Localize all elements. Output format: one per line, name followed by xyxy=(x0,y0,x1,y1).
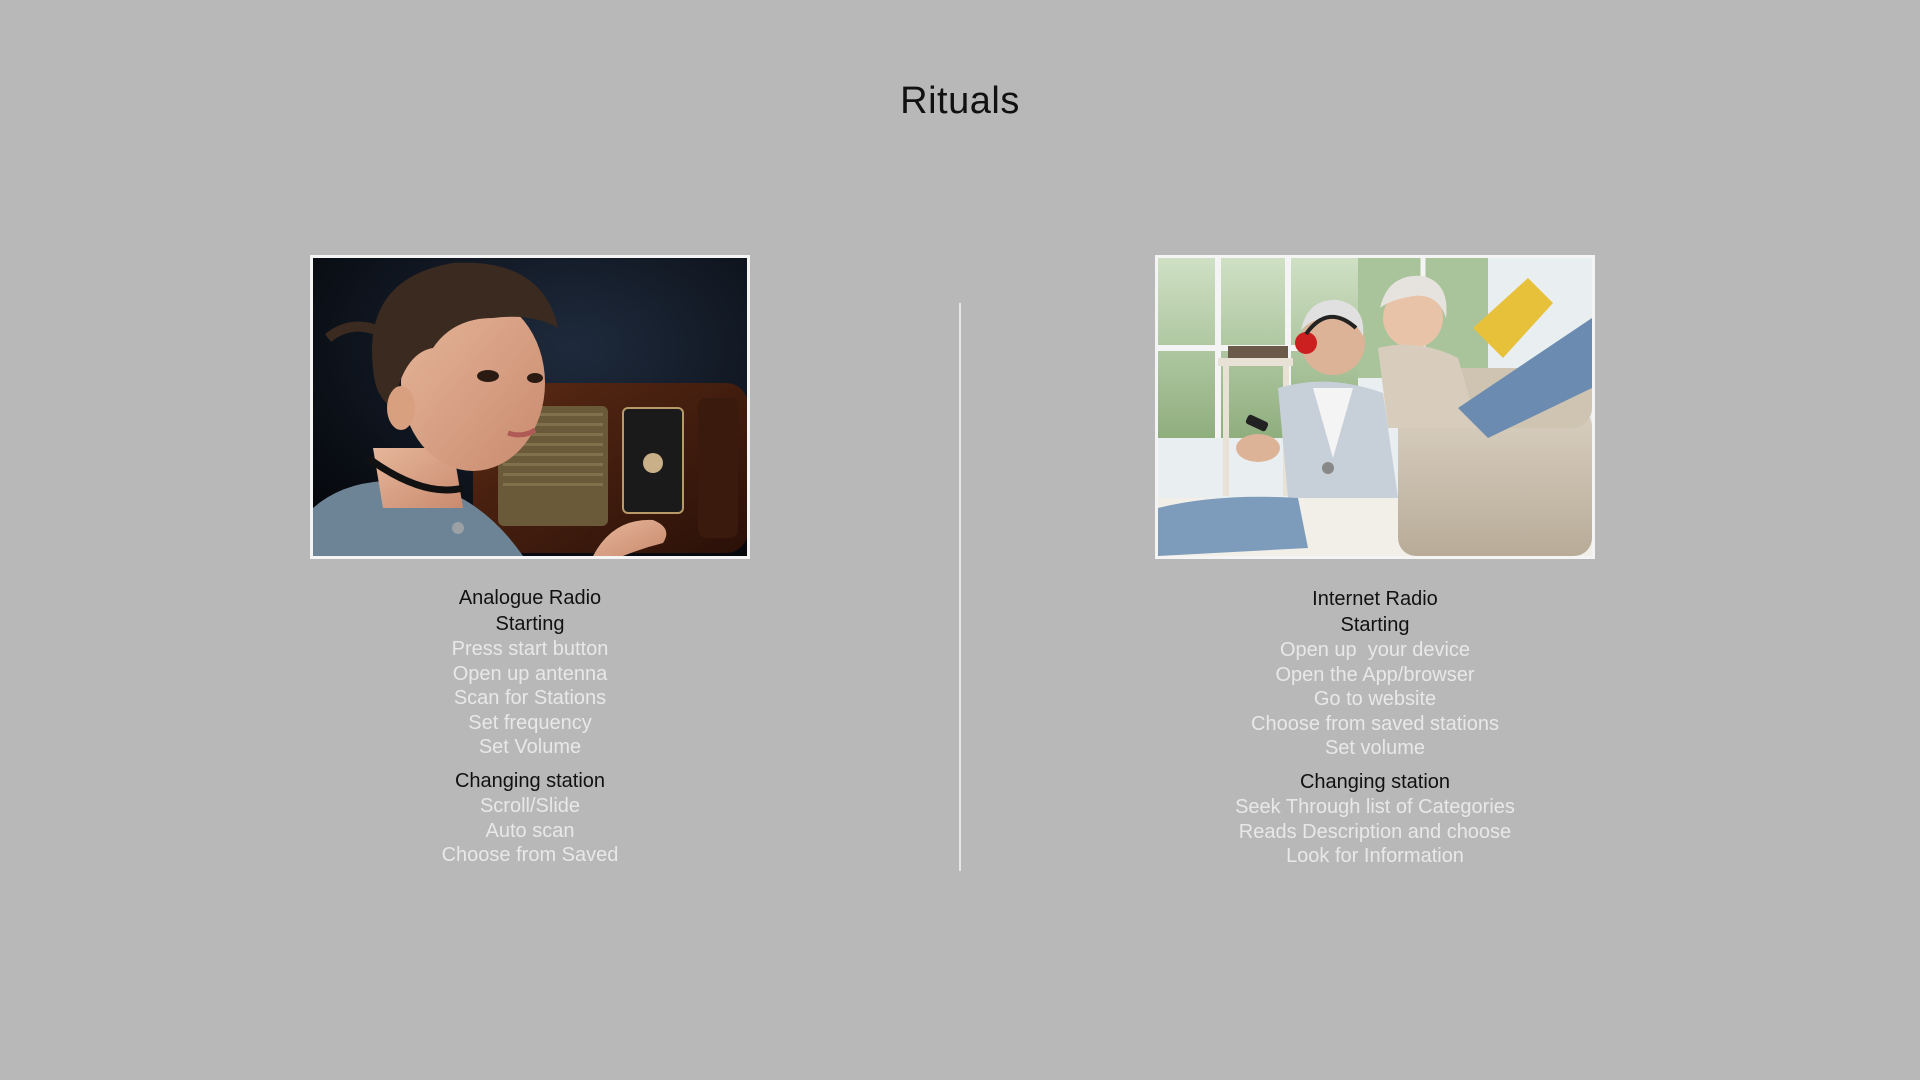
analogue-radio-column: Analogue Radio Starting Press start butt… xyxy=(310,255,750,868)
internet-starting-list: Open up your device Open the App/browser… xyxy=(1155,638,1595,761)
couple-with-headphones-photo xyxy=(1155,255,1595,559)
list-item: Look for Information xyxy=(1286,845,1464,868)
analogue-changing-list: Scroll/Slide Auto scan Choose from Saved xyxy=(310,794,750,868)
analogue-starting-list: Press start button Open up antenna Scan … xyxy=(310,637,750,760)
vertical-divider xyxy=(959,303,961,871)
list-item: Set volume xyxy=(1324,737,1426,760)
photo-illustration xyxy=(313,258,747,556)
list-item: Open up antenna xyxy=(452,662,608,685)
list-item: Set Volume xyxy=(478,736,582,759)
slide: Rituals Analogue Radio Starting Press st… xyxy=(0,0,1920,1080)
list-item: Choose from saved stations xyxy=(1251,712,1499,735)
list-item: Press start button xyxy=(451,638,609,660)
list-item: Seek Through list of Categories xyxy=(1235,795,1515,818)
list-item: Auto scan xyxy=(485,819,575,842)
slide-title: Rituals xyxy=(900,80,1020,122)
photo-illustration xyxy=(1158,258,1592,556)
list-item: Choose from Saved xyxy=(441,844,619,867)
list-item: Set frequency xyxy=(468,711,592,734)
changing-station-label: Changing station xyxy=(1299,770,1451,793)
girl-with-vintage-radio-photo xyxy=(310,255,750,559)
list-item: Go to website xyxy=(1313,688,1437,711)
list-item: Scan for Stations xyxy=(453,687,607,710)
list-item: Open up your device xyxy=(1279,639,1471,661)
internet-radio-column: Internet Radio Starting Open up your dev… xyxy=(1155,255,1595,869)
analogue-radio-heading: Analogue Radio xyxy=(458,587,602,609)
changing-station-label: Changing station xyxy=(454,769,606,792)
starting-label: Starting xyxy=(1340,614,1410,636)
internet-changing-list: Seek Through list of Categories Reads De… xyxy=(1155,795,1595,869)
list-item: Open the App/browser xyxy=(1275,663,1475,686)
internet-radio-heading: Internet Radio xyxy=(1312,588,1438,610)
list-item: Reads Description and choose xyxy=(1238,820,1512,843)
list-item: Scroll/Slide xyxy=(479,794,581,817)
starting-label: Starting xyxy=(495,613,565,635)
